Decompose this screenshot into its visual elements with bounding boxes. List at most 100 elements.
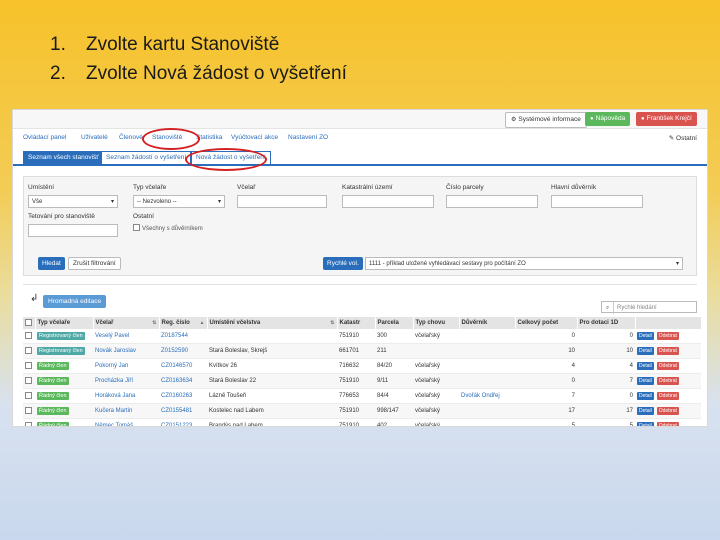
vcelar-input[interactable] bbox=[237, 195, 327, 208]
system-info-button[interactable]: ⚙ Systémové informace bbox=[505, 112, 587, 128]
cell-reg[interactable]: CZ0160263 bbox=[159, 388, 207, 404]
row-select[interactable] bbox=[23, 343, 35, 359]
reg-link[interactable]: CZ0155481 bbox=[161, 408, 192, 414]
cell-vcelar[interactable]: Procházka Jiří bbox=[93, 373, 159, 389]
nav-item-statistics[interactable]: Statistika bbox=[196, 134, 222, 141]
header-parcela[interactable]: Parcela bbox=[375, 317, 414, 329]
cell-vcelar[interactable]: Novák Jaroslav bbox=[93, 343, 159, 359]
typ-select[interactable]: -- Nezvoleno -- ▾ bbox=[133, 195, 225, 208]
nav-item-stanoviste[interactable]: Stanoviště bbox=[152, 134, 182, 141]
vcelar-link[interactable]: Kučera Martin bbox=[95, 408, 132, 414]
vcelar-link[interactable]: Němec Tomáš bbox=[95, 423, 133, 426]
vcelar-link[interactable]: Veselý Pavel bbox=[95, 333, 129, 339]
reg-link[interactable]: CZ0146570 bbox=[161, 363, 192, 369]
quick-search-input[interactable]: ⌕ Rychlé hledání bbox=[601, 301, 697, 314]
row-select[interactable] bbox=[23, 418, 35, 426]
preset-select[interactable]: 1111 - příklad uložené vyhledávací sesta… bbox=[365, 257, 683, 270]
vcelar-link[interactable]: Procházka Jiří bbox=[95, 378, 133, 384]
tetovani-input[interactable] bbox=[28, 224, 118, 237]
cell-reg[interactable]: CZ0146570 bbox=[159, 358, 207, 374]
detail-button[interactable]: Detail bbox=[637, 347, 654, 355]
detail-button[interactable]: Detail bbox=[637, 377, 654, 385]
help-button[interactable]: ● Nápověda bbox=[585, 112, 631, 126]
presets-button[interactable]: Rychlé vol. bbox=[323, 257, 363, 270]
search-button[interactable]: Hledat bbox=[38, 257, 65, 270]
reg-link[interactable]: CZ0163634 bbox=[161, 378, 192, 384]
cell-vcelar[interactable]: Kučera Martin bbox=[93, 403, 159, 419]
table-row[interactable]: Řádný člen Procházka Jiří CZ0163634 Stará B… bbox=[23, 373, 701, 389]
row-select[interactable] bbox=[23, 388, 35, 404]
tab-new-request[interactable]: Nová žádost o vyšetření bbox=[191, 151, 271, 165]
nav-item-dashboard[interactable]: Ovládací panel bbox=[23, 134, 66, 141]
cell-reg[interactable]: Z0152590 bbox=[159, 343, 207, 359]
cell-vcelar[interactable]: Pokorný Jan bbox=[93, 358, 159, 374]
vsechny-checkbox[interactable]: Všechny s důvěrníkem bbox=[133, 224, 203, 232]
header-celkem[interactable]: Celkový počet bbox=[515, 317, 578, 329]
table-row[interactable]: Řádný člen Pokorný Jan CZ0146570 Kvítkov 26… bbox=[23, 358, 701, 374]
table-row[interactable]: Řádný člen Horáková Jana CZ0160263 Lázně To… bbox=[23, 388, 701, 404]
cell-reg[interactable]: CZ0155481 bbox=[159, 403, 207, 419]
cell-reg[interactable]: CZ0163634 bbox=[159, 373, 207, 389]
umisteni-value: Vše bbox=[32, 199, 43, 205]
header-actions bbox=[635, 317, 702, 329]
detail-button[interactable]: Detail bbox=[637, 407, 654, 415]
header-dotace[interactable]: Pro dotaci 1D bbox=[577, 317, 636, 329]
header-label: Důvěrník bbox=[461, 320, 488, 326]
nav-other[interactable]: ✎ Ostatní bbox=[669, 134, 697, 142]
remove-button[interactable]: Odebrat bbox=[656, 347, 679, 355]
nav-item-users[interactable]: Uživatelé bbox=[81, 134, 108, 141]
arrow-down-icon: ↲ bbox=[30, 293, 39, 304]
row-select[interactable] bbox=[23, 358, 35, 374]
mass-edit-button[interactable]: Hromadná editace bbox=[43, 295, 107, 308]
vcelar-link[interactable]: Horáková Jana bbox=[95, 393, 135, 399]
duvernik-link[interactable]: Dvořák Ondřej bbox=[461, 393, 500, 399]
header-duvernik[interactable]: Důvěrník bbox=[459, 317, 516, 329]
reset-filter-button[interactable]: Zrušit filtrování bbox=[68, 257, 121, 270]
remove-button[interactable]: Odebrat bbox=[656, 332, 679, 340]
detail-button[interactable]: Detail bbox=[637, 422, 654, 426]
row-select[interactable] bbox=[23, 329, 35, 344]
table-row[interactable]: Řádný člen Kučera Martin CZ0155481 Kostelec… bbox=[23, 403, 701, 419]
row-select[interactable] bbox=[23, 373, 35, 389]
header-vcelar[interactable]: Včelař ⇅ bbox=[93, 317, 160, 329]
reg-link[interactable]: CZ0160263 bbox=[161, 393, 192, 399]
cell-vcelar[interactable]: Veselý Pavel bbox=[93, 329, 159, 344]
remove-button[interactable]: Odebrat bbox=[656, 407, 679, 415]
vcelar-link[interactable]: Pokorný Jan bbox=[95, 363, 128, 369]
detail-button[interactable]: Detail bbox=[637, 392, 654, 400]
nav-item-billing[interactable]: Vyúčtovací akce bbox=[231, 134, 278, 141]
cell-vcelar[interactable]: Horáková Jana bbox=[93, 388, 159, 404]
header-umisteni[interactable]: Umístění včelstva ⇅ bbox=[207, 317, 338, 329]
header-chov[interactable]: Typ chovu bbox=[413, 317, 460, 329]
cell-reg[interactable]: CZ0151223 bbox=[159, 418, 207, 426]
header-select[interactable] bbox=[23, 317, 36, 329]
user-menu-button[interactable]: ● František Krejčí bbox=[636, 112, 697, 126]
row-select[interactable] bbox=[23, 403, 35, 419]
duvernik-input[interactable] bbox=[551, 195, 643, 208]
reg-link[interactable]: CZ0151223 bbox=[161, 423, 192, 426]
header-katastr[interactable]: Katastr bbox=[337, 317, 376, 329]
cell-vcelar[interactable]: Němec Tomáš bbox=[93, 418, 159, 426]
remove-button[interactable]: Odebrat bbox=[656, 422, 679, 426]
table-row[interactable]: Registrovaný člen Veselý Pavel Z0187544 751… bbox=[23, 329, 701, 344]
table-row[interactable]: Registrovaný člen Novák Jaroslav Z0152590 S… bbox=[23, 343, 701, 359]
tab-request-list[interactable]: Seznam žádostí o vyšetření bbox=[101, 151, 192, 165]
remove-button[interactable]: Odebrat bbox=[656, 362, 679, 370]
katastr-input[interactable] bbox=[342, 195, 434, 208]
header-typ[interactable]: Typ včelaře bbox=[35, 317, 94, 329]
cell-reg[interactable]: Z0187544 bbox=[159, 329, 207, 344]
header-reg[interactable]: Reg. číslo ▲ bbox=[159, 317, 208, 329]
detail-button[interactable]: Detail bbox=[637, 332, 654, 340]
reg-link[interactable]: Z0152590 bbox=[161, 348, 188, 354]
umisteni-select[interactable]: Vše ▾ bbox=[28, 195, 118, 208]
nav-item-settings[interactable]: Nastavení ZO bbox=[288, 134, 328, 141]
reg-link[interactable]: Z0187544 bbox=[161, 333, 188, 339]
remove-button[interactable]: Odebrat bbox=[656, 392, 679, 400]
vcelar-link[interactable]: Novák Jaroslav bbox=[95, 348, 136, 354]
table-row[interactable]: Řádný člen Němec Tomáš CZ0151223 Brandýs na… bbox=[23, 418, 701, 426]
tab-all-stanoviste[interactable]: Seznam všech stanovišť bbox=[23, 151, 104, 165]
remove-button[interactable]: Odebrat bbox=[656, 377, 679, 385]
parcela-input[interactable] bbox=[446, 195, 538, 208]
detail-button[interactable]: Detail bbox=[637, 362, 654, 370]
nav-item-members[interactable]: Členové bbox=[119, 134, 143, 141]
